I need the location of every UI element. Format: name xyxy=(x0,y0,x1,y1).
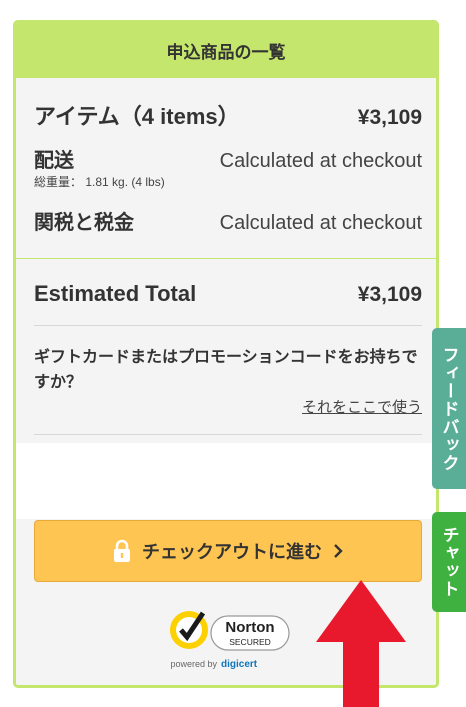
norton-secured-label: SECURED xyxy=(229,637,271,647)
chat-tab-label: チャット xyxy=(439,526,459,598)
duties-label: 関税と税金 xyxy=(34,212,134,234)
items-value: ¥3,109 xyxy=(357,106,422,129)
feedback-tab-label: フィードバック xyxy=(439,345,459,472)
norton-brand: Norton xyxy=(225,619,274,636)
digicert-label: digicert xyxy=(221,659,258,670)
shipping-label: 配送 xyxy=(34,150,74,172)
chat-tab[interactable]: チャット xyxy=(432,512,466,612)
duties-row: 関税と税金 Calculated at checkout xyxy=(34,206,422,235)
divider xyxy=(34,434,422,435)
duties-value: Calculated at checkout xyxy=(219,212,422,234)
estimated-total-value: ¥3,109 xyxy=(357,283,422,306)
lock-icon xyxy=(114,539,130,562)
summary-header: 申込商品の一覧 xyxy=(16,23,436,78)
norton-secured-badge: Norton SECURED powered by digicert xyxy=(170,611,290,670)
use-promo-link[interactable]: それをここで使う xyxy=(302,396,422,417)
checkout-label: チェックアウトに進む xyxy=(142,542,322,562)
feedback-tab[interactable]: フィードバック xyxy=(432,328,466,489)
estimated-total-label: Estimated Total xyxy=(34,281,197,306)
promo-input-area xyxy=(16,443,436,519)
section-divider xyxy=(16,258,436,259)
estimated-total-row: Estimated Total ¥3,109 xyxy=(34,281,422,307)
shipping-value: Calculated at checkout xyxy=(219,150,422,172)
summary-title: 申込商品の一覧 xyxy=(166,43,286,62)
items-row: アイテム（4 items） ¥3,109 xyxy=(34,99,422,131)
shipping-row: 配送 Calculated at checkout xyxy=(34,144,422,173)
chevron-right-icon xyxy=(334,544,343,558)
promo-question: ギフトカードまたはプロモーションコードをお持ちですか？ xyxy=(34,349,418,391)
red-arrow-annotation xyxy=(316,580,406,707)
items-label: アイテム（4 items） xyxy=(34,104,240,129)
proceed-to-checkout-button[interactable]: チェックアウトに進む xyxy=(34,520,422,582)
divider xyxy=(34,325,422,326)
powered-by-label: powered by xyxy=(170,659,217,669)
total-weight: 総重量： 1.81 kg. (4 lbs) xyxy=(34,175,165,189)
